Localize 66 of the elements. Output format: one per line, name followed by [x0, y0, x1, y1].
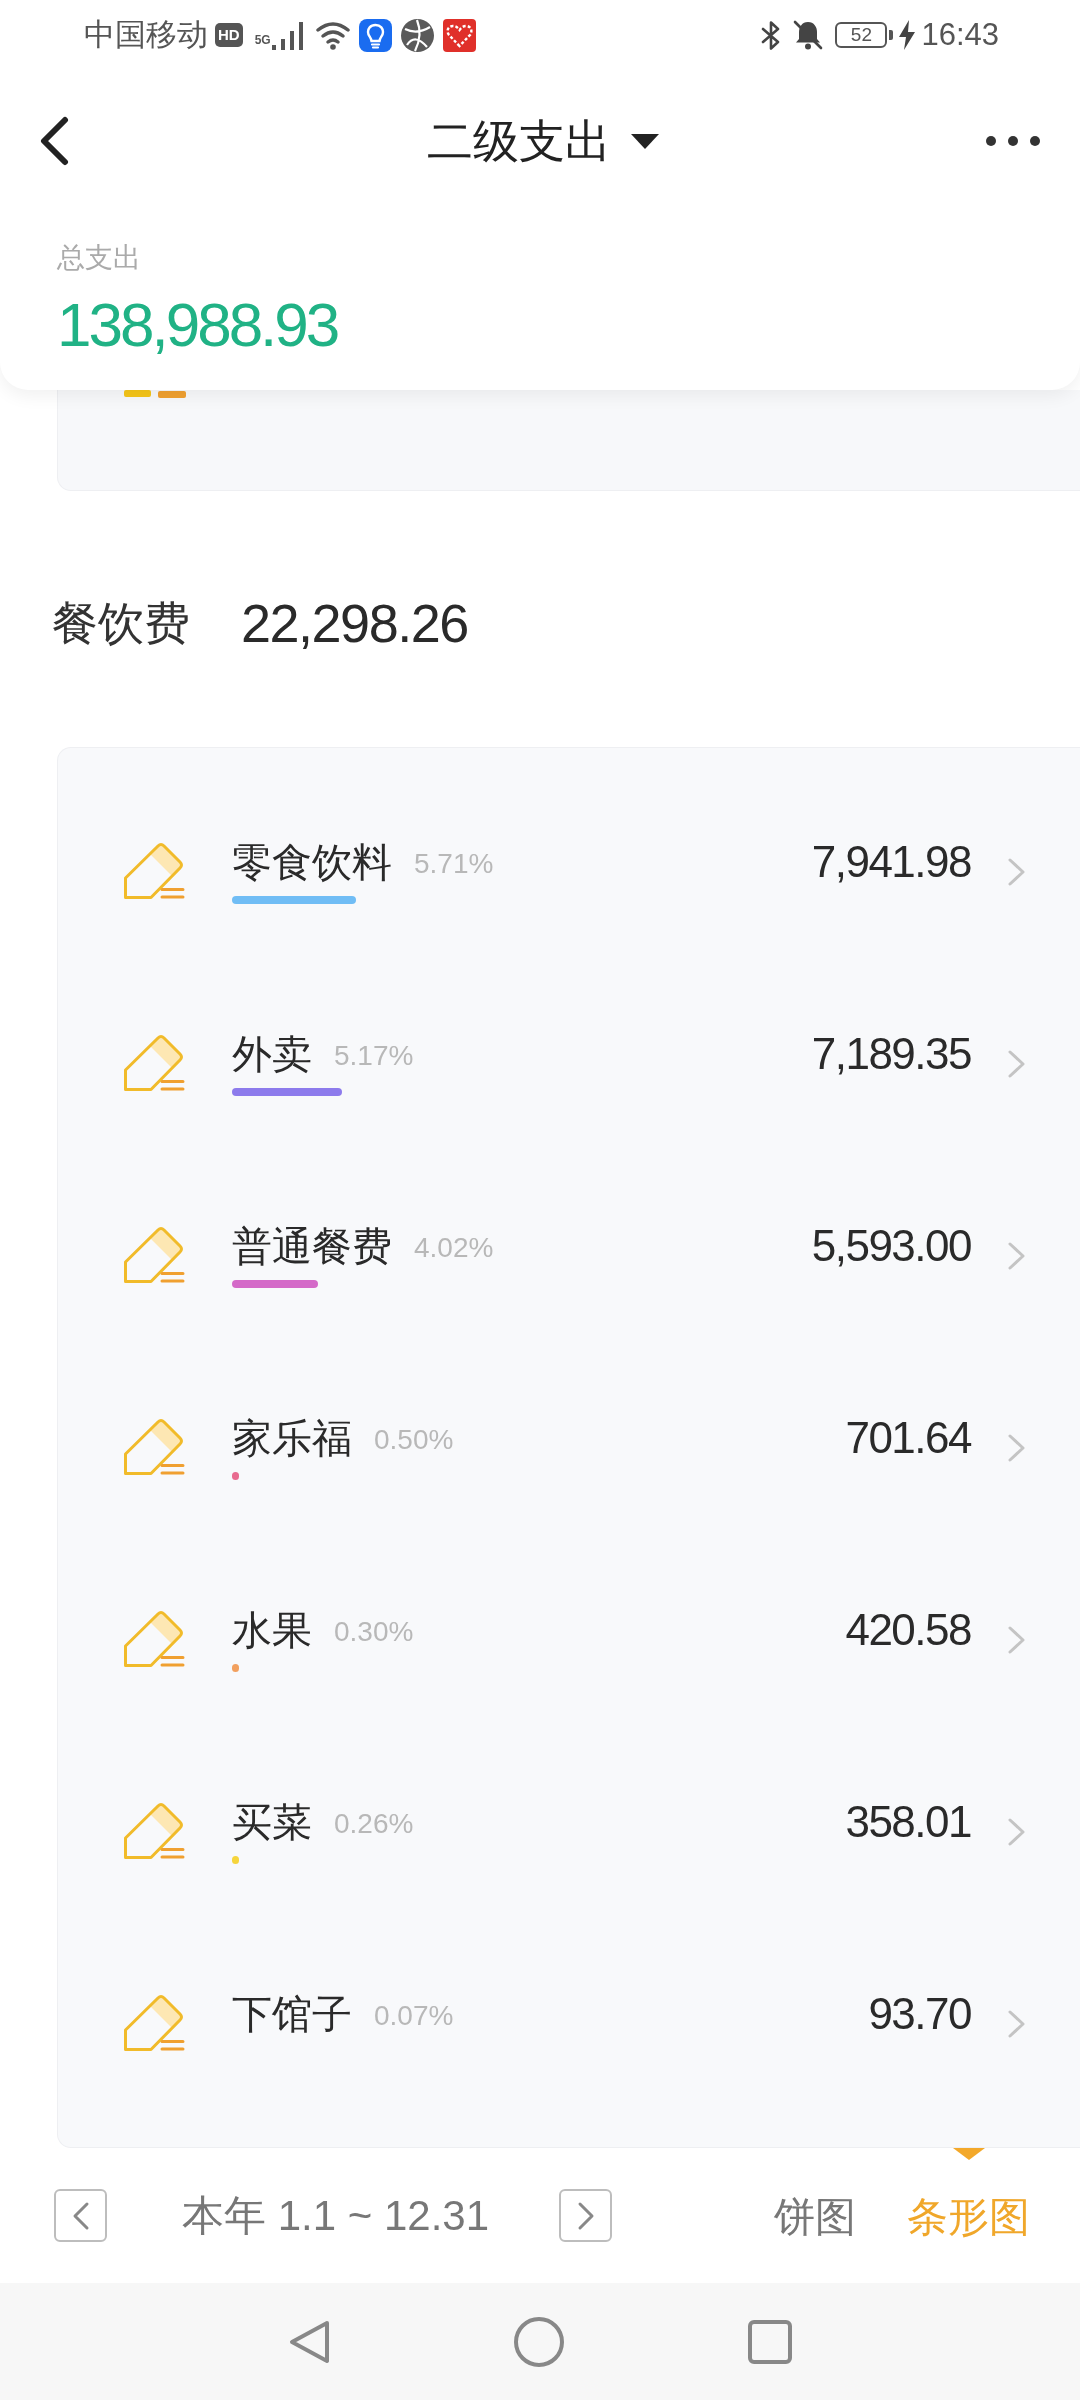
- pencil-icon: [123, 1416, 186, 1476]
- previous-button[interactable]: [54, 2189, 107, 2242]
- network-type-text: 5G: [254, 33, 271, 47]
- indicator-triangle-icon: [952, 2148, 985, 2160]
- category-amount: 22,298.26: [241, 592, 468, 655]
- pencil-icon: [123, 1608, 186, 1668]
- nav-back-icon[interactable]: [288, 2319, 330, 2364]
- percent-text: 5.17%: [334, 1039, 414, 1073]
- nav-recents-icon[interactable]: [747, 2319, 792, 2364]
- caret-icon: [631, 133, 659, 149]
- subcategory-name: 下馆子: [232, 1991, 352, 2038]
- percent-text: 5.71%: [414, 847, 494, 881]
- chevron-right-icon[interactable]: [1007, 1625, 1026, 1655]
- view-tab[interactable]: 饼图: [774, 2192, 856, 2242]
- carrier-text: 中国移动: [84, 16, 208, 54]
- subcategory-name: 水果: [232, 1607, 312, 1654]
- signal-icon: [271, 20, 303, 50]
- subcategory-name: 普通餐费: [232, 1223, 392, 1270]
- percent-text: 0.50%: [374, 1423, 454, 1457]
- subcategory-name: 买菜: [232, 1799, 312, 1846]
- subcategory-name: 外卖: [232, 1031, 312, 1078]
- more-icon[interactable]: [986, 136, 1040, 146]
- date-range-text: 本年 1.1 ~ 12.31: [182, 2190, 490, 2241]
- amount-text: 93.70: [868, 1988, 971, 2040]
- amount-text: 358.01: [845, 1796, 971, 1848]
- chevron-right-icon[interactable]: [1007, 857, 1026, 887]
- amount-text: 701.64: [845, 1412, 971, 1464]
- title-dropdown[interactable]: 二级支出: [427, 113, 659, 169]
- ball-app-icon: [400, 18, 434, 52]
- total-amount: 138,988.93: [57, 290, 339, 360]
- next-button[interactable]: [559, 2189, 613, 2242]
- chevron-right-icon[interactable]: [1007, 1049, 1026, 1079]
- percent-text: 0.26%: [334, 1807, 414, 1841]
- battery-indicator: 52: [835, 22, 894, 48]
- back-icon[interactable]: [38, 116, 70, 166]
- clock-text: 16:43: [921, 16, 999, 54]
- chevron-right-icon[interactable]: [1007, 2009, 1026, 2039]
- dash-icon: [124, 390, 186, 398]
- percent-text: 0.07%: [374, 1999, 454, 2033]
- pencil-icon: [123, 840, 186, 900]
- bell-slash-icon: [793, 20, 824, 50]
- subcategory-name: 家乐福: [232, 1415, 352, 1462]
- chevron-right-icon: [576, 2200, 595, 2231]
- lightbulb-app-icon: [358, 18, 392, 52]
- subcategory-name: 零食饮料: [232, 839, 392, 886]
- pencil-icon: [123, 1992, 186, 2052]
- nav-home-icon[interactable]: [513, 2316, 564, 2367]
- percent-text: 4.02%: [414, 1231, 494, 1265]
- category-title: 餐饮费: [52, 596, 190, 651]
- chevron-right-icon[interactable]: [1007, 1433, 1026, 1463]
- heart-app-icon: [442, 18, 476, 52]
- chevron-right-icon[interactable]: [1007, 1241, 1026, 1271]
- bolt-icon: [899, 20, 916, 50]
- amount-text: 5,593.00: [811, 1220, 971, 1272]
- amount-text: 7,941.98: [811, 836, 971, 888]
- pencil-icon: [123, 1224, 186, 1284]
- wifi-icon: [315, 20, 350, 50]
- percent-text: 0.30%: [334, 1615, 414, 1649]
- chevron-left-icon: [71, 2200, 90, 2231]
- hd-badge: HD: [215, 23, 243, 47]
- pencil-icon: [123, 1032, 186, 1092]
- total-label: 总支出: [57, 241, 142, 275]
- pencil-icon: [123, 1800, 186, 1860]
- amount-text: 420.58: [845, 1604, 971, 1656]
- amount-text: 7,189.35: [811, 1028, 971, 1080]
- chevron-right-icon[interactable]: [1007, 1817, 1026, 1847]
